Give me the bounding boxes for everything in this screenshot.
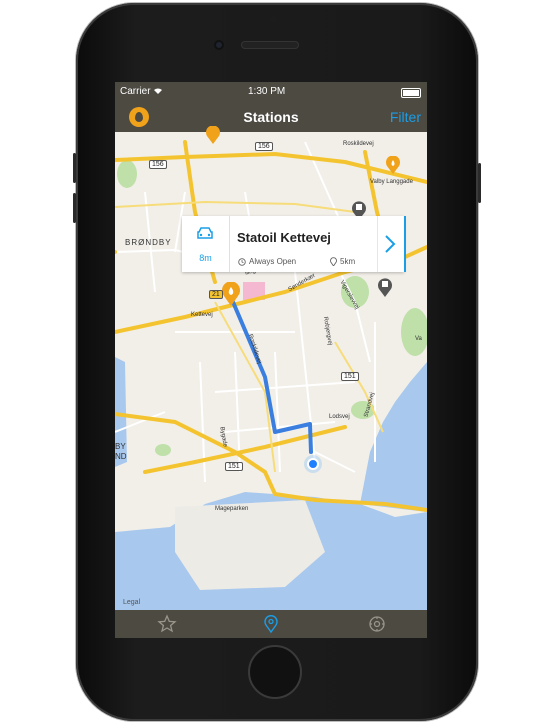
power-button — [478, 163, 481, 203]
road-label-va: Va — [415, 336, 422, 342]
page-title: Stations — [243, 109, 299, 125]
battery-icon — [401, 88, 421, 98]
volume-up-button — [73, 153, 76, 183]
road-label-valby-langgade: Valby Langgade — [370, 179, 413, 185]
road-label-mageparken: Mageparken — [215, 506, 249, 512]
fuel-pin-icon — [386, 155, 400, 174]
area-label-brondby-strand-2: ND — [115, 452, 127, 461]
map-view[interactable]: BRØNDBY BY ND Kettevej Roskildevej Valby… — [115, 125, 427, 610]
station-card[interactable]: 8m Statoil Kettevej Always Open 5km — [182, 216, 406, 272]
tab-bar — [115, 610, 427, 638]
road-label-kettevej: Kettevej — [191, 312, 213, 318]
filter-button[interactable]: Filter — [390, 109, 421, 125]
route-shield-151: 151 — [225, 462, 243, 471]
route-shield-156: 156 — [149, 160, 167, 169]
details-chevron-button[interactable] — [377, 216, 404, 272]
clock-icon — [238, 258, 246, 266]
area-label-brondby-strand-1: BY — [115, 442, 126, 451]
opening-status: Always Open — [249, 257, 297, 266]
chevron-right-icon — [385, 235, 396, 253]
home-button[interactable] — [248, 645, 302, 699]
station-name: Statoil Kettevej — [237, 230, 331, 245]
travel-time: 8m — [199, 253, 212, 263]
road-label-roskildevej: Roskildevej — [343, 141, 374, 147]
front-camera — [214, 40, 224, 50]
legal-link[interactable]: Legal — [123, 599, 140, 606]
nav-bar: Stations Filter — [115, 102, 427, 132]
proximity-sensor — [270, 16, 277, 23]
status-bar: Carrier 1:30 PM — [115, 82, 427, 102]
fuel-pin-icon — [206, 125, 220, 144]
route-shield-156: 156 — [255, 142, 273, 151]
app-screen: Carrier 1:30 PM Stations Filter BRØNDBY … — [115, 82, 427, 638]
station-pin[interactable] — [385, 155, 401, 174]
map-canvas[interactable] — [115, 132, 427, 610]
star-icon — [157, 614, 177, 633]
map-pin-icon — [264, 615, 278, 634]
volume-down-button — [73, 193, 76, 223]
station-pin[interactable] — [205, 125, 221, 144]
settings-icon — [369, 616, 385, 632]
card-accent-bar — [404, 216, 406, 272]
earpiece-speaker — [241, 41, 299, 49]
tab-settings[interactable] — [367, 614, 387, 634]
location-pin-icon — [330, 257, 337, 266]
area-label-brondby: BRØNDBY — [125, 238, 172, 247]
tab-favorites[interactable] — [157, 614, 177, 634]
clock: 1:30 PM — [248, 86, 286, 97]
drive-time-panel: 8m — [182, 216, 230, 272]
wifi-icon — [154, 88, 162, 94]
road-label-lodsvej: Lodsvej — [329, 414, 350, 420]
route-shield-151: 151 — [341, 372, 359, 381]
ev-charger-pin-icon — [378, 278, 392, 297]
fuel-pin-icon — [222, 281, 240, 306]
route-shield-21: 21 — [209, 290, 223, 299]
station-pin-selected[interactable] — [221, 281, 241, 306]
station-distance: 5km — [340, 257, 356, 266]
tab-map[interactable] — [261, 614, 281, 634]
charging-station-pin[interactable] — [377, 277, 393, 297]
car-icon — [197, 227, 213, 239]
carrier-label: Carrier — [120, 86, 151, 97]
